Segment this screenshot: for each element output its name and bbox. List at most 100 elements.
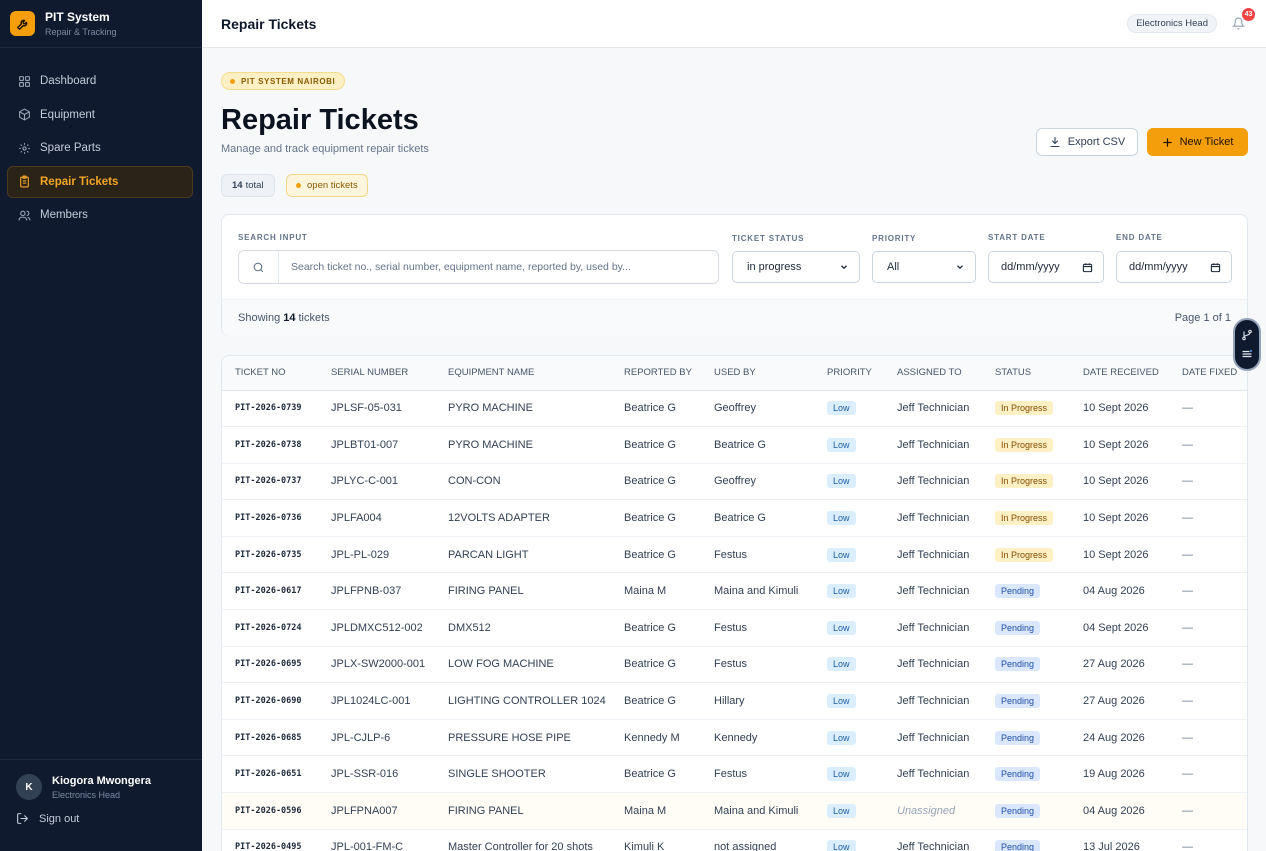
search-box[interactable] [238, 250, 719, 284]
equipment-name: LOW FOG MACHINE [448, 658, 554, 671]
sign-out-label: Sign out [39, 812, 80, 825]
end-date-input[interactable]: dd/mm/yyyy [1116, 251, 1232, 283]
table-header: TICKET NO SERIAL NUMBER EQUIPMENT NAME R… [222, 356, 1247, 391]
notifications-button[interactable]: 43 [1229, 7, 1255, 33]
export-label: Export CSV [1067, 136, 1126, 148]
total-badge: 14 total [221, 174, 275, 197]
date-received: 10 Sept 2026 [1083, 475, 1149, 488]
start-date-label: START DATE [988, 233, 1046, 242]
table-row[interactable]: PIT-2026-0724 JPLDMXC512-002 DMX512 Beatric… [222, 610, 1247, 647]
list-icon[interactable] [1241, 348, 1253, 360]
table-row[interactable]: PIT-2026-0617 JPLFPNB-037 FIRING PANEL Main… [222, 573, 1247, 610]
showing-prefix: Showing [238, 312, 281, 324]
ticket-number: PIT-2026-0735 [235, 549, 302, 560]
role-badge: Electronics Head [1127, 14, 1217, 33]
export-csv-button[interactable]: Export CSV [1036, 128, 1138, 156]
sidebar-item-dashboard[interactable]: Dashboard [9, 65, 193, 97]
table-row[interactable]: PIT-2026-0738 JPLBT01-007 PYRO MACHINE Beat… [222, 427, 1247, 464]
status-badge: Pending [995, 584, 1041, 599]
table-row[interactable]: PIT-2026-0685 JPL-CJLP-6 PRESSURE HOSE PIP… [222, 719, 1247, 756]
priority-badge: Low [827, 840, 856, 851]
equipment-name: DMX512 [448, 621, 491, 634]
open-tickets-badge[interactable]: open tickets [286, 174, 368, 197]
used-by: Festus [714, 621, 748, 634]
column-header[interactable]: STATUS [982, 356, 1070, 391]
start-date-input[interactable]: dd/mm/yyyy [988, 251, 1104, 283]
table-row[interactable]: PIT-2026-0737 JPLYC-C-001 CON-CON Beatrice … [222, 463, 1247, 500]
branch-icon[interactable] [1241, 329, 1253, 341]
serial-number: JPL-PL-029 [331, 548, 390, 561]
table-row[interactable]: PIT-2026-0690 JPL1024LC-001 LIGHTING CONTR… [222, 683, 1247, 720]
brand[interactable]: PIT System Repair & Tracking [0, 0, 202, 48]
priority-badge-cell: Low [814, 683, 884, 720]
equipment-name: 12VOLTS ADAPTER [448, 512, 550, 525]
priority-value: All [887, 261, 900, 273]
status-select[interactable]: in progress [732, 251, 860, 283]
sidebar-item-members[interactable]: Members [9, 199, 193, 231]
date-received: 10 Sept 2026 [1083, 548, 1149, 561]
sidebar-item-spare-parts[interactable]: Spare Parts [9, 132, 193, 164]
table-row[interactable]: PIT-2026-0651 JPL-SSR-016 SINGLE SHOOTER Be… [222, 756, 1247, 793]
ticket-number: PIT-2026-0651 [235, 769, 302, 780]
column-header[interactable]: TICKET NO [222, 356, 318, 391]
priority-badge: Low [827, 474, 856, 489]
priority-select[interactable]: All [872, 251, 976, 283]
column-header[interactable]: ASSIGNED TO [884, 356, 982, 391]
assigned-to: Jeff Technician [897, 512, 970, 525]
date-received: 19 Aug 2026 [1083, 768, 1145, 781]
status-value: in progress [747, 261, 802, 273]
date-fixed: — [1182, 841, 1193, 851]
sidebar: PIT System Repair & Tracking Dashboard E… [0, 0, 202, 851]
user-name: Kiogora Mwongera [52, 774, 152, 787]
column-header[interactable]: USED BY [701, 356, 814, 391]
serial-number: JPL1024LC-001 [331, 695, 411, 708]
sign-out-button[interactable]: Sign out [0, 800, 202, 825]
assigned-to: Jeff Technician [897, 658, 970, 671]
table-row[interactable]: PIT-2026-0739 JPLSF-05-031 PYRO MACHINE Bea… [222, 390, 1247, 427]
priority-badge-cell: Low [814, 756, 884, 793]
status-badge: Pending [995, 657, 1041, 672]
ticket-number: PIT-2026-0617 [235, 586, 302, 597]
column-header[interactable]: SERIAL NUMBER [318, 356, 435, 391]
ticket-number: PIT-2026-0690 [235, 696, 302, 707]
date-received: 27 Aug 2026 [1083, 658, 1145, 671]
bell-icon [1231, 17, 1245, 30]
serial-number: JPLFA004 [331, 512, 382, 525]
serial-number: JPL-SSR-016 [331, 768, 399, 781]
table-row[interactable]: PIT-2026-0736 JPLFA004 12VOLTS ADAPTER Beat… [222, 500, 1247, 537]
floating-toolbar[interactable] [1233, 318, 1261, 371]
open-label: open tickets [307, 180, 358, 191]
status-badge-cell: In Progress [982, 427, 1070, 464]
status-badge: In Progress [995, 547, 1054, 562]
reported-by: Beatrice G [624, 695, 676, 708]
assigned-to: Jeff Technician [897, 438, 970, 451]
sidebar-item-equipment[interactable]: Equipment [9, 99, 193, 131]
serial-number: JPLFPNA007 [331, 804, 398, 817]
table-row[interactable]: PIT-2026-0596 JPLFPNA007 FIRING PANEL Maina… [222, 792, 1247, 830]
table-row[interactable]: PIT-2026-0735 JPL-PL-029 PARCAN LIGHT Beatr… [222, 536, 1247, 573]
showing-count: 14 [283, 312, 296, 324]
user-profile[interactable]: K Kiogora Mwongera Electronics Head [0, 760, 202, 800]
column-header[interactable]: DATE RECEIVED [1070, 356, 1169, 391]
column-header[interactable]: EQUIPMENT NAME [435, 356, 611, 391]
used-by: Geoffrey [714, 402, 756, 415]
status-badge-cell: Pending [982, 829, 1070, 851]
table-row[interactable]: PIT-2026-0695 JPLX-SW2000-001 LOW FOG MACH… [222, 646, 1247, 683]
column-header[interactable]: REPORTED BY [611, 356, 701, 391]
column-header[interactable]: PRIORITY [814, 356, 884, 391]
search-input[interactable] [279, 251, 718, 283]
sidebar-item-repair-tickets[interactable]: Repair Tickets [7, 165, 193, 198]
page-title: Repair Tickets [221, 104, 419, 136]
reported-by: Kimuli K [624, 841, 665, 851]
table-row[interactable]: PIT-2026-0495 JPL-001-FM-C Master Controll… [222, 829, 1247, 851]
priority-badge-cell: Low [814, 463, 884, 500]
priority-badge-cell: Low [814, 390, 884, 427]
priority-badge-cell: Low [814, 793, 884, 830]
equipment-name: PARCAN LIGHT [448, 548, 529, 561]
new-ticket-button[interactable]: New Ticket [1147, 128, 1248, 156]
priority-badge: Low [827, 657, 856, 672]
chevron-down-icon [841, 265, 847, 270]
wrench-icon [10, 11, 35, 36]
equipment-name: FIRING PANEL [448, 585, 524, 598]
status-badge-cell: In Progress [982, 463, 1070, 500]
